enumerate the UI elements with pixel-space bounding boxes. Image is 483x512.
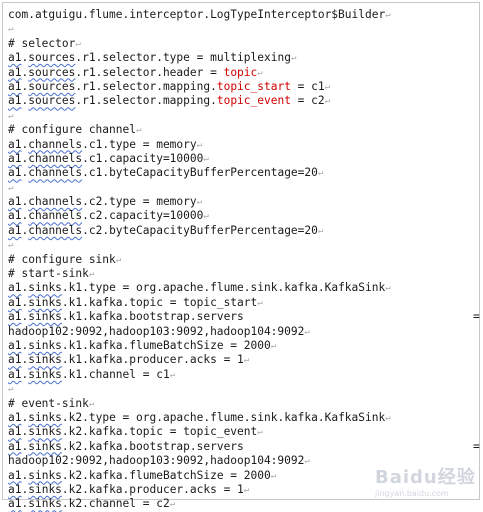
paragraph-mark: ↵ (135, 125, 142, 136)
config-line: a1.sinks.k1.kafka.flumeBatchSize = 2000↵ (8, 338, 277, 352)
config-line: a1.sources.r1.selector.header = topic↵ (8, 65, 263, 79)
paragraph-mark: ↵ (317, 225, 324, 236)
config-line: a1.sinks.k1.kafka.bootstrap.servers = (8, 310, 480, 324)
paragraph-mark: ↵ (8, 182, 14, 193)
document-frame: com.atguigu.flume.interceptor.LogTypeInt… (2, 2, 480, 510)
paragraph-mark: ↵ (196, 139, 203, 150)
paragraph-mark: ↵ (324, 96, 331, 107)
comment-line: # configure sink↵ (8, 252, 122, 266)
paragraph-mark: ↵ (290, 53, 297, 64)
config-line: a1.sinks.k2.type = org.apache.flume.sink… (8, 410, 391, 424)
paragraph-mark: ↵ (169, 369, 176, 380)
paragraph-mark: ↵ (270, 340, 277, 351)
config-line: a1.sources.r1.selector.mapping.topic_eve… (8, 94, 331, 108)
paragraph-mark: ↵ (8, 24, 14, 35)
config-line: a1.channels.c1.byteCapacityBufferPercent… (8, 166, 324, 180)
blank-line: ↵ (8, 382, 478, 396)
paragraph-mark: ↵ (243, 484, 250, 495)
config-line: a1.channels.c2.type = memory↵ (8, 195, 203, 209)
config-line: com.atguigu.flume.interceptor.LogTypeInt… (8, 8, 391, 21)
paragraph-mark: ↵ (317, 168, 324, 179)
paragraph-mark: ↵ (196, 197, 203, 208)
paragraph-mark: ↵ (115, 254, 122, 265)
paragraph-mark: ↵ (8, 110, 14, 121)
blank-line: ↵ (8, 181, 478, 195)
paragraph-mark: ↵ (88, 398, 95, 409)
paragraph-mark: ↵ (8, 240, 14, 251)
paragraph-mark: ↵ (385, 10, 391, 20)
paragraph-mark: ↵ (324, 81, 331, 92)
paragraph-mark: ↵ (75, 38, 81, 49)
baidu-jingyan-watermark: Baidu经验 jingyan.baidu.com (375, 458, 479, 502)
config-line: a1.channels.c2.byteCapacityBufferPercent… (8, 223, 324, 237)
config-line: a1.sources.r1.selector.type = multiplexi… (8, 51, 297, 65)
paragraph-mark: ↵ (304, 456, 310, 467)
blank-line: ↵ (8, 22, 478, 36)
paragraph-mark: ↵ (385, 412, 391, 423)
comment-line: # selector↵ (8, 36, 81, 50)
wrapped-equals: = (473, 439, 480, 453)
paragraph-mark: ↵ (385, 283, 391, 294)
config-line: a1.sinks.k1.channel = c1↵ (8, 367, 176, 381)
config-line: a1.sinks.k1.type = org.apache.flume.sink… (8, 281, 391, 295)
paragraph-mark: ↵ (203, 153, 209, 164)
config-document: com.atguigu.flume.interceptor.LogTypeInt… (8, 8, 480, 512)
config-line: hadoop102:9092,hadoop103:9092,hadoop104:… (8, 324, 310, 338)
paragraph-mark: ↵ (257, 67, 263, 78)
paragraph-mark: ↵ (203, 211, 209, 222)
paragraph-mark: ↵ (257, 297, 263, 308)
paragraph-mark: ↵ (257, 427, 263, 438)
config-line: a1.sinks.k2.kafka.topic = topic_event↵ (8, 425, 263, 439)
config-line: a1.channels.c2.capacity=10000↵ (8, 209, 209, 223)
comment-line: # configure channel↵ (8, 123, 142, 137)
blank-line: ↵ (8, 238, 478, 252)
config-line: a1.sources.r1.selector.mapping.topic_sta… (8, 79, 331, 93)
paragraph-mark: ↵ (88, 269, 95, 280)
config-line: a1.sinks.k1.kafka.producer.acks = 1↵ (8, 353, 250, 367)
paragraph-mark: ↵ (8, 384, 14, 395)
config-line: a1.sinks.k2.kafka.bootstrap.servers = (8, 439, 480, 453)
watermark-subtext: jingyan.baidu.com (375, 488, 449, 498)
wrapped-equals: = (473, 310, 480, 324)
comment-line: # start-sink↵ (8, 267, 95, 281)
config-line: a1.channels.c1.capacity=10000↵ (8, 151, 209, 165)
config-line: a1.channels.c1.type = memory↵ (8, 137, 203, 151)
blank-line: ↵ (8, 109, 478, 123)
paragraph-mark: ↵ (243, 355, 250, 366)
comment-line: # event-sink↵ (8, 396, 95, 410)
watermark-text: Baidu经验 (375, 466, 476, 488)
config-line: a1.sinks.k1.kafka.topic = topic_start↵ (8, 295, 263, 309)
paragraph-mark: ↵ (304, 326, 310, 337)
paragraph-mark: ↵ (270, 470, 277, 481)
